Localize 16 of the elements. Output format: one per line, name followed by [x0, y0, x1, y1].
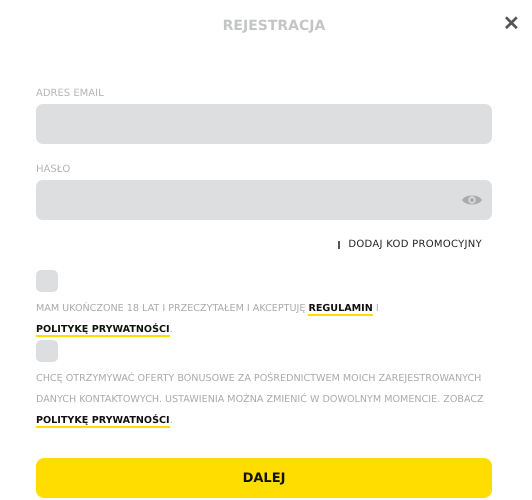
- email-field[interactable]: [36, 104, 492, 144]
- eye-icon[interactable]: [462, 193, 482, 207]
- field-label: ADRES EMAIL: [36, 88, 105, 100]
- promo-code-link[interactable]: DODAJ KOD PROMOCYJNY: [338, 239, 482, 250]
- next-button[interactable]: DALEJ: [36, 458, 492, 498]
- consent-text: MAM UKOŃCZONE 18 LAT I PRZECZYTAŁEM I AKCEPTUJĘ REGULAMIN I POLITYKĘ PRYWATNOŚCI.: [36, 301, 380, 339]
- consent-text: CHCĘ OTRZYMYWAĆ OFERTY BONUSOWE ZA POŚREDNICTWEM MOICH ZAREJESTROWANYCH DANYCH KONTAKTOWYCH. USTAWIENIA MOŻNA ZMIENIĆ W DOWOLNYM MOMENCIE. ZOBACZ POLITYKĘ PRYWATNOŚCI.: [36, 371, 485, 430]
- checkbox[interactable]: [36, 340, 58, 362]
- policy-link[interactable]: POLITYKĘ PRYWATNOŚCI: [36, 415, 170, 428]
- policy-link[interactable]: POLITYKĘ PRYWATNOŚCI: [36, 324, 170, 337]
- dialog-title: REJESTRACJA: [222, 18, 326, 34]
- close-button[interactable]: ✕: [499, 12, 524, 36]
- checkbox[interactable]: [36, 270, 58, 292]
- password-field[interactable]: [36, 180, 492, 220]
- policy-link[interactable]: REGULAMIN: [308, 303, 373, 316]
- field-label: HASŁO: [36, 164, 72, 176]
